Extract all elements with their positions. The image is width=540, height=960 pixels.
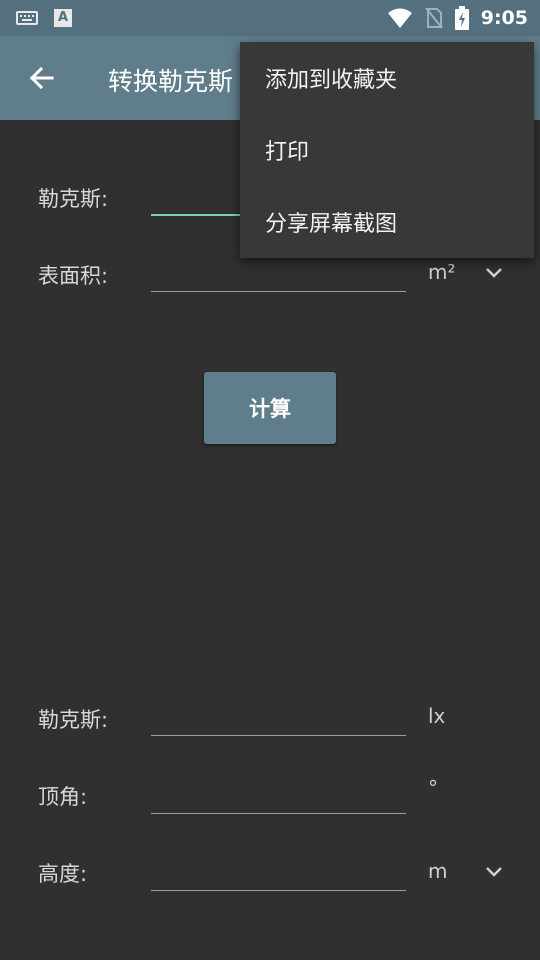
surface-area-unit[interactable]: m²: [428, 260, 456, 284]
height-field[interactable]: [151, 847, 406, 891]
calculate-button[interactable]: 计算: [204, 372, 336, 444]
surface-area-label: 表面积:: [38, 264, 109, 288]
menu-item-print[interactable]: 打印: [240, 114, 534, 186]
result-lux-unit: lx: [428, 704, 446, 728]
apex-angle-label: 顶角:: [38, 785, 88, 809]
page-title: 转换勒克斯: [108, 67, 234, 96]
status-bar-right: 9:05: [387, 6, 528, 30]
status-bar-left: A: [16, 9, 72, 27]
menu-item-share-screenshot[interactable]: 分享屏幕截图: [240, 186, 534, 258]
status-time: 9:05: [480, 7, 528, 29]
menu-item-add-to-favorites[interactable]: 添加到收藏夹: [240, 42, 534, 114]
chevron-down-icon[interactable]: [484, 266, 504, 280]
wifi-icon: [387, 8, 412, 28]
apex-angle-field[interactable]: [151, 770, 406, 814]
lux-input-label: 勒克斯:: [38, 187, 109, 211]
result-lux-field[interactable]: [151, 692, 406, 736]
keyboard-icon: [16, 11, 38, 25]
status-bar: A 9:05: [0, 0, 540, 36]
chevron-down-icon[interactable]: [484, 865, 504, 879]
battery-charging-icon: [454, 6, 469, 30]
height-unit[interactable]: m: [428, 859, 447, 883]
apex-angle-unit: °: [428, 776, 438, 800]
overflow-menu: 添加到收藏夹 打印 分享屏幕截图: [240, 42, 534, 258]
result-lux-label: 勒克斯:: [38, 708, 109, 732]
no-sim-icon: [424, 7, 443, 29]
arrow-back-icon: [29, 66, 54, 90]
back-button[interactable]: [22, 58, 62, 98]
height-label: 高度:: [38, 862, 88, 886]
a-notification-icon: A: [54, 9, 72, 27]
